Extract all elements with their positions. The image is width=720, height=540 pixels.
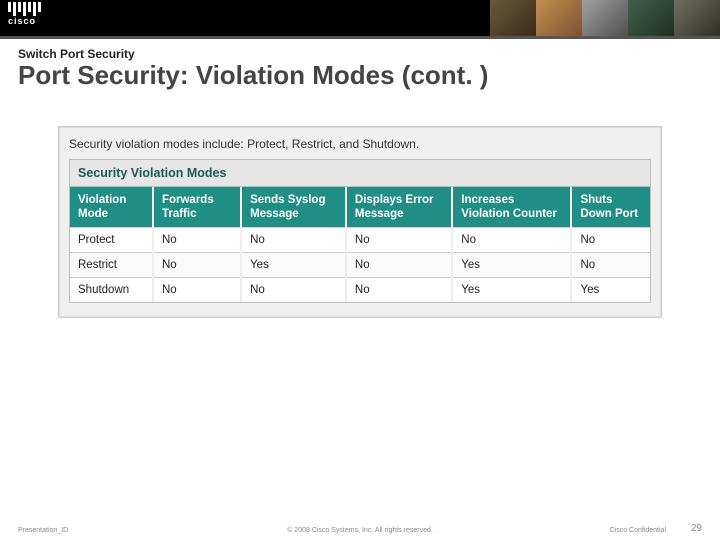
content-panel: Security violation modes include: Protec…	[58, 126, 662, 319]
cell-forwards: No	[153, 228, 241, 253]
table-row: Protect No No No No No	[70, 228, 650, 253]
footer-confidential: Cisco Confidential	[610, 527, 666, 534]
cisco-logo: cisco	[8, 2, 41, 26]
table-header-row: Violation Mode Forwards Traffic Sends Sy…	[70, 187, 650, 228]
logo-bars-icon	[8, 2, 41, 16]
cell-shuts: No	[571, 253, 650, 278]
cell-counter: Yes	[452, 278, 571, 303]
cell-error: No	[346, 253, 452, 278]
slide-content: Switch Port Security Port Security: Viol…	[0, 39, 720, 318]
cell-syslog: Yes	[241, 253, 346, 278]
table-row: Shutdown No No No Yes Yes	[70, 278, 650, 303]
intro-text: Security violation modes include: Protec…	[69, 137, 651, 151]
col-shuts: Shuts Down Port	[571, 187, 650, 228]
banner-people-image	[490, 0, 720, 36]
slide-kicker: Switch Port Security	[18, 47, 702, 61]
col-forwards: Forwards Traffic	[153, 187, 241, 228]
table-caption: Security Violation Modes	[70, 160, 650, 187]
cell-forwards: No	[153, 278, 241, 303]
violation-modes-table: Security Violation Modes Violation Mode …	[69, 159, 651, 304]
col-counter: Increases Violation Counter	[452, 187, 571, 228]
footer-copyright: © 2008 Cisco Systems, Inc. All rights re…	[287, 527, 433, 534]
cell-mode: Restrict	[70, 253, 153, 278]
table-row: Restrict No Yes No Yes No	[70, 253, 650, 278]
slide-title: Port Security: Violation Modes (cont. )	[18, 61, 702, 90]
slide-footer: Presentation_ID © 2008 Cisco Systems, In…	[0, 527, 720, 534]
cell-syslog: No	[241, 278, 346, 303]
cell-counter: Yes	[452, 253, 571, 278]
modes-table: Violation Mode Forwards Traffic Sends Sy…	[70, 187, 650, 303]
col-syslog: Sends Syslog Message	[241, 187, 346, 228]
cell-syslog: No	[241, 228, 346, 253]
cell-shuts: Yes	[571, 278, 650, 303]
cell-mode: Protect	[70, 228, 153, 253]
footer-presentation-id: Presentation_ID	[18, 527, 68, 534]
cell-error: No	[346, 228, 452, 253]
cell-forwards: No	[153, 253, 241, 278]
cell-shuts: No	[571, 228, 650, 253]
cell-mode: Shutdown	[70, 278, 153, 303]
cell-error: No	[346, 278, 452, 303]
top-bar: cisco	[0, 0, 720, 36]
col-error: Displays Error Message	[346, 187, 452, 228]
logo-text: cisco	[8, 17, 41, 26]
cell-counter: No	[452, 228, 571, 253]
col-mode: Violation Mode	[70, 187, 153, 228]
footer-page-number: 29	[691, 523, 702, 534]
